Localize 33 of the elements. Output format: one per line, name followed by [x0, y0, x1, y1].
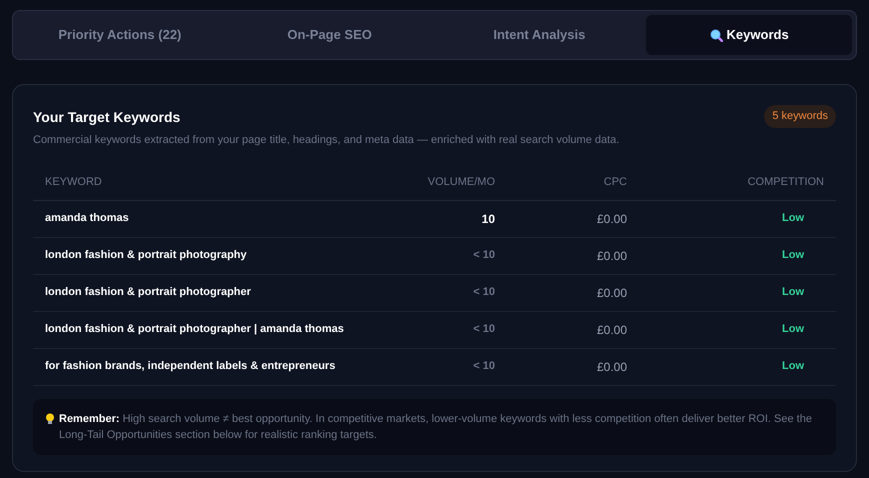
- cpc-cell-text: £0.00: [596, 322, 627, 338]
- tab[interactable]: Priority Actions (22): [17, 15, 223, 55]
- keyword-cell-text: london fashion & portrait photography: [45, 248, 248, 264]
- volume-cell-text: < 10: [472, 359, 495, 374]
- competition-cell-text: Low: [781, 322, 805, 338]
- tab[interactable]: Intent Analysis: [436, 15, 642, 55]
- keyword-cell-text: london fashion & portrait photographer | amanda thomas: [45, 322, 345, 338]
- lightbulb-icon: [45, 412, 55, 424]
- volume-cell-text: 10: [480, 210, 495, 228]
- cpc-cell-text: £0.00: [596, 210, 627, 228]
- keyword-cell-text: amanda thomas: [45, 211, 130, 226]
- competition-cell-text: Low: [781, 248, 805, 264]
- keyword-cell-text: london fashion & portrait photographer: [45, 285, 252, 300]
- tab[interactable]: On-Page SEO: [226, 15, 432, 55]
- volume-cell-text: < 10: [472, 285, 495, 300]
- keyword-cell-text: for fashion brands, independent labels & entrepreneurs: [45, 359, 336, 374]
- cpc-cell-text: £0.00: [596, 284, 627, 302]
- card-subtitle: Commercial keywords extracted from your page title, headings, and meta data — enriched with real search volume data.: [33, 133, 620, 148]
- column-header: VOLUME/MO: [426, 174, 495, 190]
- volume-cell-text: < 10: [472, 248, 495, 264]
- volume-cell-text: < 10: [472, 322, 495, 338]
- competition-cell-text: Low: [781, 285, 805, 300]
- card-title: Your Target Keywords: [33, 108, 180, 127]
- keyword-count-badge: 5 keywords: [764, 105, 836, 128]
- tab[interactable]: Keywords: [646, 15, 852, 55]
- column-header: COMPETITION: [746, 174, 824, 190]
- competition-cell-text: Low: [781, 211, 805, 226]
- column-header: CPC: [602, 174, 627, 190]
- note-text: Remember: High search volume ≠ best opportunity. In competitive markets, lower-volume keywords with less competition often deliver better ROI. See the Long-Tail Opportunities section below for realistic ranking targets.: [59, 412, 813, 442]
- cpc-cell-text: £0.00: [596, 358, 627, 376]
- column-header: KEYWORD: [45, 174, 103, 190]
- competition-cell-text: Low: [781, 359, 805, 374]
- cpc-cell-text: £0.00: [596, 248, 627, 264]
